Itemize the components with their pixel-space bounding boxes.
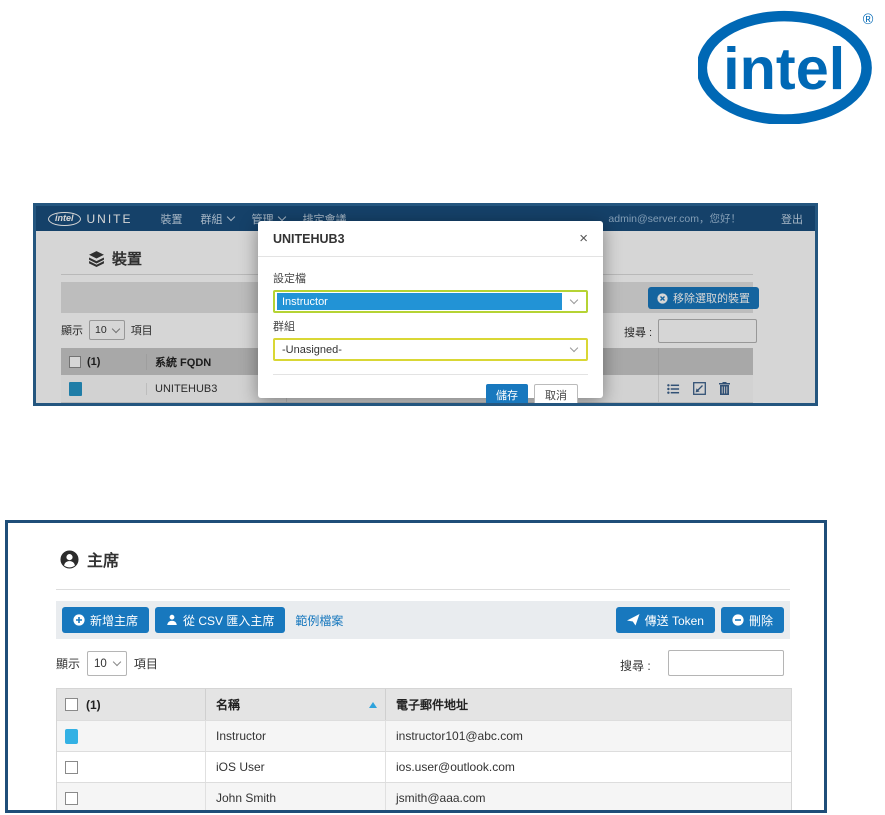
send-icon (627, 614, 640, 626)
table-row: Instructor instructor101@abc.com (57, 720, 791, 751)
delete-button[interactable]: 刪除 (721, 607, 784, 633)
column-header-email[interactable]: 電子郵件地址 (385, 689, 791, 720)
group-selected-value: -Unasigned- (282, 344, 342, 356)
moderators-screenshot: 主席 新增主席 從 CSV 匯入主席 範例檔案 (5, 520, 827, 813)
profile-select[interactable]: Instructor (273, 290, 588, 313)
intel-swirl-icon: intel ® (698, 4, 880, 124)
profile-label: 設定檔 (273, 270, 588, 286)
search-input[interactable] (668, 650, 784, 676)
table-row (61, 403, 753, 406)
divider (56, 589, 790, 590)
import-user-icon (166, 614, 178, 626)
chevron-down-icon (570, 296, 578, 304)
modal-title: UNITEHUB3 (273, 232, 345, 246)
moderator-email: ios.user@outlook.com (396, 760, 515, 774)
intel-logo: intel ® (698, 4, 880, 124)
devices-screenshot: intel UNITE 裝置 群組 管理 排定會議 admin@server.c… (33, 203, 818, 406)
row-checkbox[interactable] (65, 761, 78, 774)
moderator-email: jsmith@aaa.com (396, 791, 486, 805)
table-header-row: (1) 名稱 電子郵件地址 (57, 689, 791, 720)
column-header-name[interactable]: 名稱 (205, 689, 385, 720)
moderators-table: (1) 名稱 電子郵件地址 Instructor instructor101@a… (56, 688, 792, 813)
device-modal: UNITEHUB3 × 設定檔 Instructor 群組 -Unasigned… (258, 221, 603, 398)
show-label: 顯示 (56, 655, 80, 672)
moderator-name: John Smith (216, 791, 276, 805)
send-token-button[interactable]: 傳送 Token (616, 607, 715, 633)
group-label: 群組 (273, 318, 588, 334)
moderator-name: iOS User (216, 760, 265, 774)
table-row: John Smith jsmith@aaa.com (57, 782, 791, 813)
moderator-email: instructor101@abc.com (396, 729, 523, 743)
moderator-icon (60, 550, 79, 569)
selected-count: (1) (86, 698, 101, 712)
sort-asc-icon (369, 702, 377, 708)
sample-file-link[interactable]: 範例檔案 (295, 612, 343, 629)
select-all-checkbox[interactable] (65, 698, 78, 711)
intel-logo-text: intel (723, 35, 845, 102)
items-label: 項目 (134, 655, 158, 672)
row-checkbox[interactable] (65, 792, 78, 805)
chevron-down-icon (570, 344, 578, 352)
group-select[interactable]: -Unasigned- (273, 338, 588, 361)
page-title-moderators: 主席 (60, 547, 119, 571)
moderators-toolbar: 新增主席 從 CSV 匯入主席 範例檔案 傳送 Token (56, 601, 790, 639)
save-button[interactable]: 儲存 (486, 384, 528, 406)
import-csv-button[interactable]: 從 CSV 匯入主席 (155, 607, 285, 633)
table-row: iOS User ios.user@outlook.com (57, 751, 791, 782)
profile-selected-value: Instructor (277, 293, 562, 310)
add-moderator-button[interactable]: 新增主席 (62, 607, 149, 633)
moderator-name: Instructor (216, 729, 266, 743)
page-size-select[interactable]: 10 (87, 651, 127, 676)
row-checkbox-checked[interactable] (65, 729, 78, 744)
search-label: 搜尋 : (620, 657, 651, 674)
cancel-button[interactable]: 取消 (534, 384, 578, 406)
document-page: intel ® intel UNITE 裝置 群組 管理 排定會議 admin@… (0, 0, 885, 815)
close-icon[interactable]: × (579, 231, 588, 246)
registered-mark: ® (863, 12, 874, 28)
circle-minus-icon (732, 614, 744, 626)
chevron-down-icon (113, 658, 121, 666)
circle-plus-icon (73, 614, 85, 626)
